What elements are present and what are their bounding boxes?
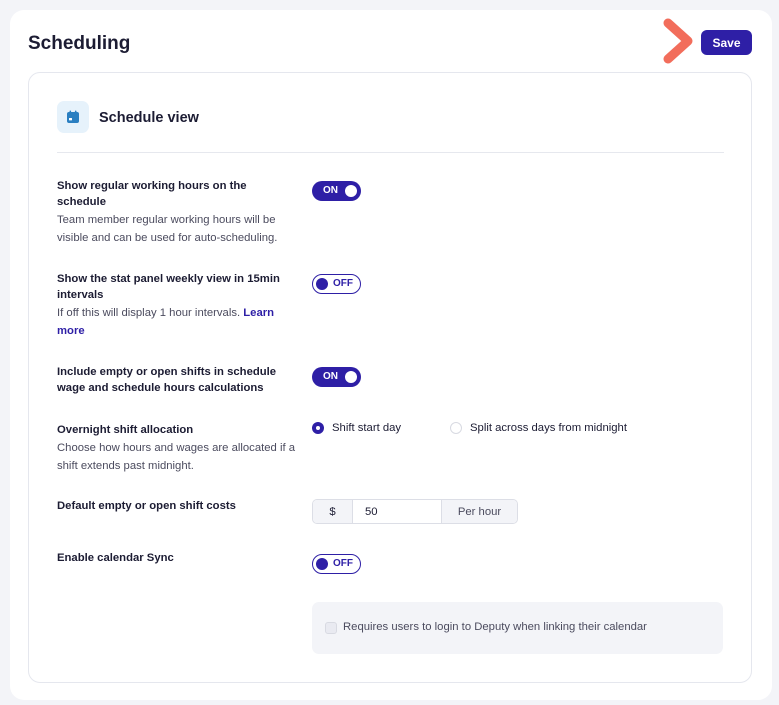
stat-panel-description: If off this will display 1 hour interval…	[57, 304, 292, 340]
save-button[interactable]: Save	[701, 30, 752, 55]
toggle-knob	[316, 278, 328, 290]
working-hours-description: Team member regular working hours will b…	[57, 214, 278, 244]
radio-shift-start-day[interactable]: Shift start day	[312, 422, 401, 434]
calendar-sync-toggle[interactable]: OFF	[312, 554, 361, 574]
toggle-knob	[316, 558, 328, 570]
calendar-icon	[57, 101, 89, 133]
default-cost-label: Default empty or open shift costs	[57, 500, 236, 512]
radio-unselected-icon	[450, 422, 462, 434]
section-title: Schedule view	[99, 110, 199, 126]
shift-cost-input[interactable]	[353, 500, 441, 523]
overnight-description: Choose how hours and wages are allocated…	[57, 442, 296, 472]
calendar-sync-options: Requires users to login to Deputy when l…	[312, 602, 723, 654]
empty-shifts-label: Include empty or open shifts in schedule…	[57, 366, 277, 394]
unit-suffix: Per hour	[441, 500, 517, 523]
page-title: Scheduling	[28, 33, 131, 54]
toggle-state: ON	[323, 371, 338, 382]
radio-split-midnight[interactable]: Split across days from midnight	[450, 422, 627, 434]
working-hours-label: Show regular working hours on the schedu…	[57, 180, 247, 208]
empty-shifts-toggle[interactable]: ON	[312, 367, 361, 387]
toggle-knob	[345, 185, 357, 197]
radio-selected-icon	[312, 422, 324, 434]
require-login-checkbox[interactable]	[325, 622, 337, 634]
toggle-state: OFF	[333, 278, 353, 289]
schedule-view-card: Schedule view Show regular working hours…	[28, 72, 752, 683]
radio-label: Split across days from midnight	[470, 422, 627, 434]
working-hours-toggle[interactable]: ON	[312, 181, 361, 201]
stat-panel-description-text: If off this will display 1 hour interval…	[57, 307, 241, 319]
toggle-knob	[345, 371, 357, 383]
currency-prefix: $	[313, 500, 353, 523]
toggle-state: OFF	[333, 558, 353, 569]
toggle-state: ON	[323, 185, 338, 196]
overnight-label: Overnight shift allocation	[57, 424, 194, 436]
section-divider	[57, 152, 724, 153]
pointer-arrow-icon	[663, 18, 693, 64]
radio-label: Shift start day	[332, 422, 402, 434]
calendar-sync-label: Enable calendar Sync	[57, 552, 174, 564]
stat-panel-toggle[interactable]: OFF	[312, 274, 361, 294]
require-login-label: Requires users to login to Deputy when l…	[343, 621, 647, 633]
shift-cost-input-group: $ Per hour	[312, 499, 518, 524]
stat-panel-label: Show the stat panel weekly view in 15min…	[57, 273, 280, 301]
